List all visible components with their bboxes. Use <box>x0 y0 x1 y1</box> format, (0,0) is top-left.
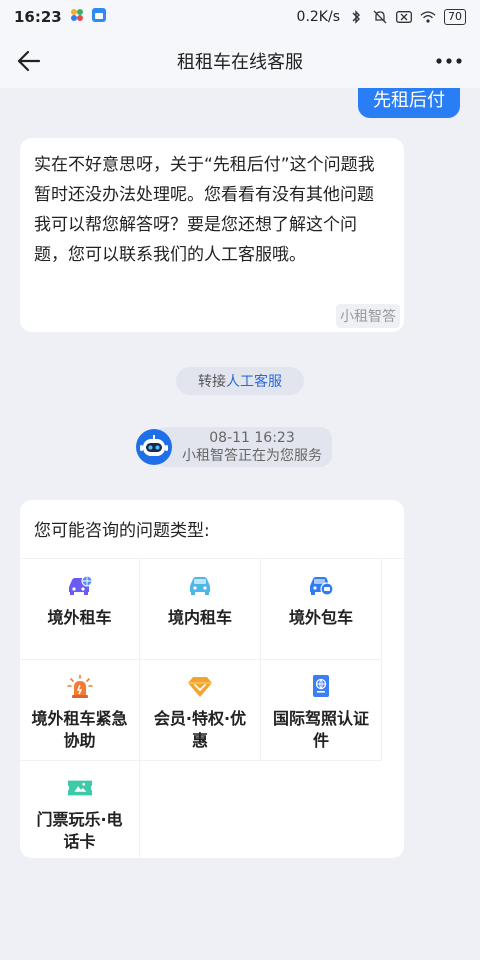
question-type-license[interactable]: 国际驾照认证件 <box>261 660 382 761</box>
battery-level: 70 <box>448 10 462 23</box>
service-notice-pill: 08-11 16:23 小租智答正在为您服务 <box>154 427 332 467</box>
alert-light-icon <box>66 675 93 698</box>
question-type-label: 国际驾照认证件 <box>273 709 370 750</box>
page-title: 租租车在线客服 <box>177 52 303 73</box>
user-message-bubble: 先租后付 <box>358 88 460 118</box>
status-left: 16:23 <box>14 8 106 26</box>
service-notice-text: 小租智答正在为您服务 <box>182 448 322 464</box>
sim-x-icon <box>396 10 412 24</box>
status-right: 0.2K/s 70 <box>297 9 466 25</box>
avatar <box>136 429 172 465</box>
question-type-label: 境外租车紧急协助 <box>31 709 128 750</box>
bluetooth-icon <box>348 10 364 24</box>
transfer-link[interactable]: 人工客服 <box>226 371 282 391</box>
ellipsis-icon <box>436 58 462 64</box>
question-type-domestic-rental[interactable]: 境内租车 <box>140 559 261 660</box>
back-button[interactable] <box>14 46 44 76</box>
question-type-label: 会员·特权·优惠 <box>153 709 247 750</box>
gem-icon <box>187 676 213 698</box>
app-icon-2 <box>91 8 106 26</box>
network-speed: 0.2K/s <box>296 9 340 25</box>
question-type-label: 门票玩乐·电话卡 <box>36 810 123 851</box>
question-type-membership[interactable]: 会员·特权·优惠 <box>140 660 261 761</box>
question-type-overseas-rental[interactable]: 境外租车 <box>20 559 140 660</box>
question-types-card: 您可能咨询的问题类型: 境外租车 境内租车 境外包车 境外租车紧急协助 会员·特… <box>20 500 404 858</box>
mute-icon <box>372 10 388 24</box>
transfer-to-agent-button[interactable]: 转接 人工客服 <box>176 367 304 395</box>
chat-area[interactable]: 先租后付 实在不好意思呀，关于“先租后付”这个问题我暂时还没办法处理呢。您看看有… <box>0 88 480 960</box>
app-icon-1 <box>70 8 84 26</box>
status-time: 16:23 <box>14 8 62 26</box>
question-types-grid: 境外租车 境内租车 境外包车 境外租车紧急协助 会员·特权·优惠 国际驾照认证件… <box>20 558 404 858</box>
car-globe-icon <box>67 575 93 597</box>
car-chat-icon <box>308 575 334 597</box>
battery-icon: 70 <box>444 9 466 25</box>
question-type-label: 境内租车 <box>167 608 232 627</box>
passport-icon <box>308 675 334 698</box>
bot-message-text: 实在不好意思呀，关于“先租后付”这个问题我暂时还没办法处理呢。您看看有没有其他问… <box>34 155 375 265</box>
ticket-icon <box>67 777 93 799</box>
more-button[interactable] <box>434 46 464 76</box>
question-type-overseas-charter[interactable]: 境外包车 <box>261 559 382 660</box>
question-types-title: 您可能咨询的问题类型: <box>34 521 210 541</box>
robot-icon <box>140 435 168 456</box>
arrow-left-icon <box>17 50 41 72</box>
bot-tag: 小租智答 <box>336 304 400 328</box>
service-notice-time: 08-11 16:23 <box>209 430 295 446</box>
bot-message-bubble: 实在不好意思呀，关于“先租后付”这个问题我暂时还没办法处理呢。您看看有没有其他问… <box>20 138 404 332</box>
question-type-label: 境外包车 <box>288 608 353 627</box>
service-notice: 08-11 16:23 小租智答正在为您服务 <box>136 427 332 467</box>
status-bar: 16:23 0.2K/s 70 <box>0 0 480 34</box>
car-icon <box>187 575 213 597</box>
question-type-emergency-assistance[interactable]: 境外租车紧急协助 <box>20 660 140 761</box>
wifi-icon <box>420 10 436 24</box>
question-type-label: 境外租车 <box>47 608 112 627</box>
user-message-text: 先租后付 <box>373 90 445 111</box>
transfer-prefix: 转接 <box>198 374 226 390</box>
question-type-tickets[interactable]: 门票玩乐·电话卡 <box>20 761 140 858</box>
nav-bar: 租租车在线客服 <box>0 34 480 88</box>
